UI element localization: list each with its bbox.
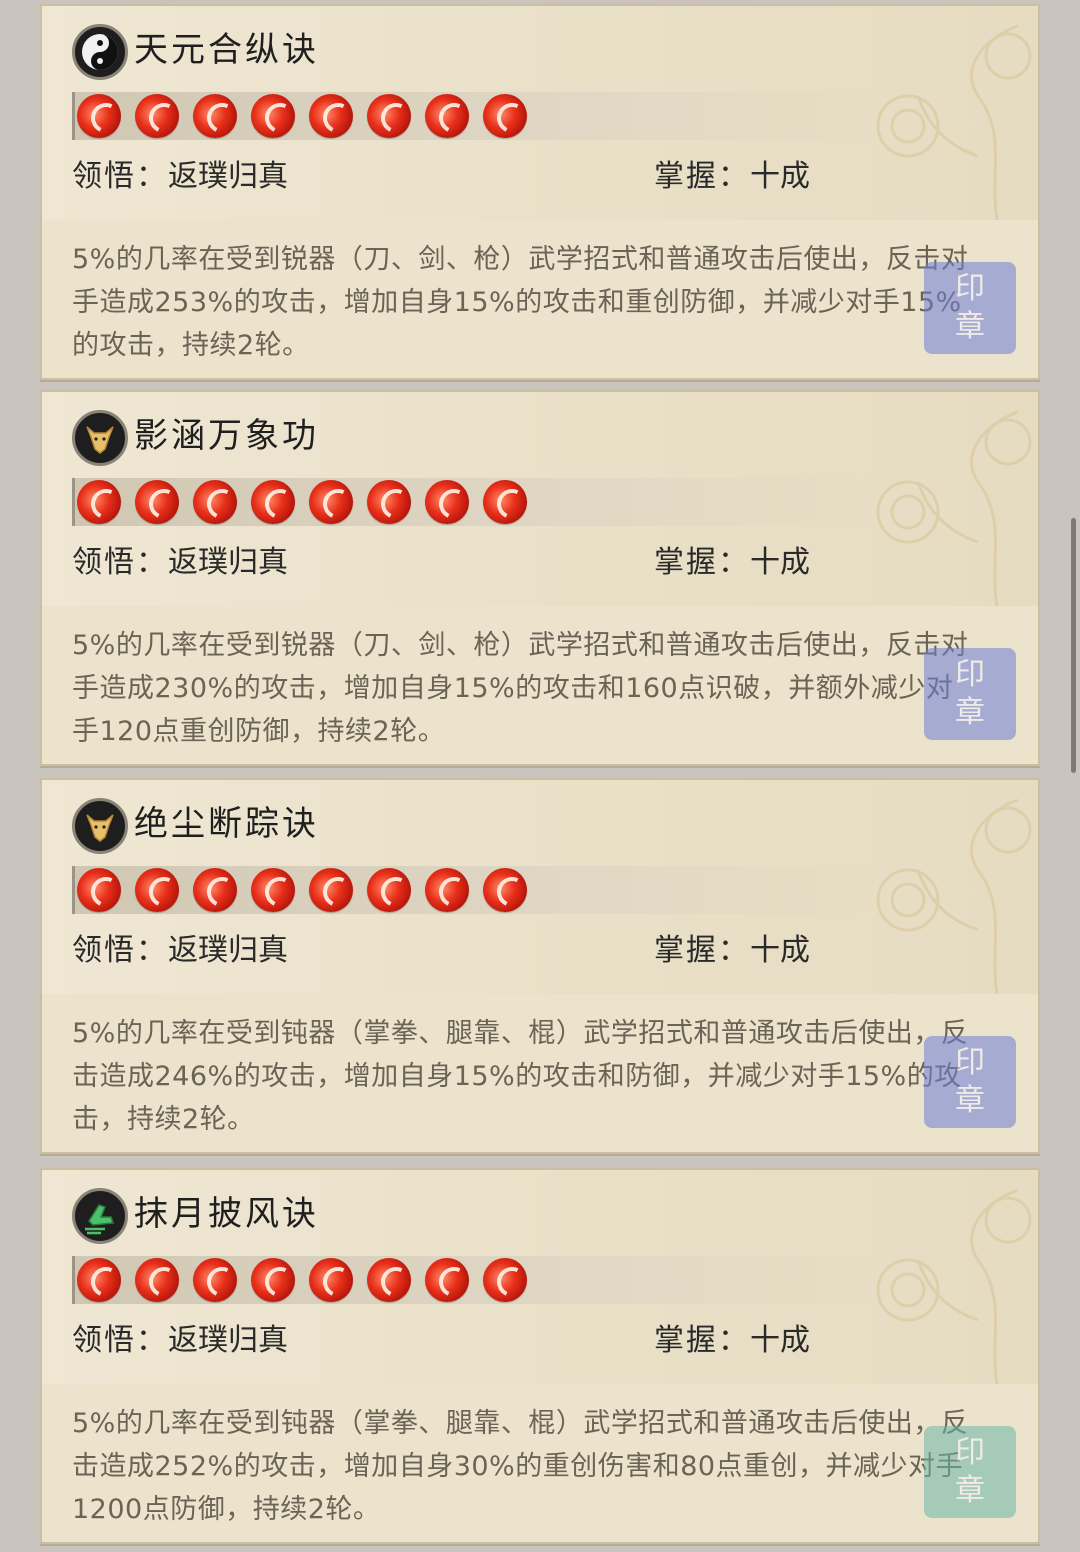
comprehension: 领悟：返璞归真 <box>72 1318 288 1364</box>
level-orb-icon <box>135 480 179 524</box>
skill-description: 5%的几率在受到锐器（刀、剑、枪）武学招式和普通攻击后使出，反击对手造成253%… <box>72 244 969 361</box>
bull-head-icon <box>72 798 128 854</box>
level-orb-icon <box>309 480 353 524</box>
level-orb-icon <box>251 94 295 138</box>
mastery-value: 十成 <box>750 1323 810 1358</box>
seal-stamp-icon: 印章 <box>924 648 1016 740</box>
level-orbs <box>72 92 877 140</box>
level-orbs <box>72 1256 877 1304</box>
skill-card[interactable]: 抹月披风诀 领悟：返璞归真 掌握：十成 5%的几率在受到钝器（掌拳、腿靠、棍）武… <box>40 1168 1040 1544</box>
skill-description-panel: 5%的几率在受到钝器（掌拳、腿靠、棍）武学招式和普通攻击后使出，反击造成252%… <box>40 1384 1040 1544</box>
level-orb-icon <box>77 1258 121 1302</box>
level-orb-icon <box>193 868 237 912</box>
skill-name: 影涵万象功 <box>134 416 319 456</box>
level-orb-icon <box>367 868 411 912</box>
level-orb-icon <box>77 94 121 138</box>
level-orb-icon <box>425 94 469 138</box>
level-orb-icon <box>309 868 353 912</box>
comprehension-value: 返璞归真 <box>168 159 288 194</box>
level-orb-icon <box>193 480 237 524</box>
skill-description-panel: 5%的几率在受到钝器（掌拳、腿靠、棍）武学招式和普通攻击后使出，反击造成246%… <box>40 994 1040 1154</box>
mastery-label: 掌握： <box>654 159 750 194</box>
skill-info-row: 领悟：返璞归真 掌握：十成 <box>72 154 972 200</box>
level-orb-icon <box>367 1258 411 1302</box>
scrollbar[interactable] <box>1066 0 1080 1552</box>
comprehension-label: 领悟： <box>72 933 168 968</box>
mastery-value: 十成 <box>750 933 810 968</box>
level-orb-icon <box>77 480 121 524</box>
skill-card-header: 抹月披风诀 领悟：返璞归真 掌握：十成 <box>40 1168 1040 1384</box>
mastery: 掌握：十成 <box>654 928 810 974</box>
skill-card[interactable]: 天元合纵诀 领悟：返璞归真 掌握：十成 5%的几率在受到锐器（刀、剑、枪）武学招… <box>40 4 1040 380</box>
scrollbar-thumb[interactable] <box>1071 518 1076 773</box>
level-orb-icon <box>483 1258 527 1302</box>
level-orbs <box>72 866 877 914</box>
mastery-label: 掌握： <box>654 545 750 580</box>
skill-name: 抹月披风诀 <box>134 1194 319 1234</box>
seal-stamp-icon: 印章 <box>924 1036 1016 1128</box>
skill-card[interactable]: 影涵万象功 领悟：返璞归真 掌握：十成 5%的几率在受到锐器（刀、剑、枪）武学招… <box>40 390 1040 766</box>
level-orb-icon <box>425 480 469 524</box>
skill-card-header: 影涵万象功 领悟：返璞归真 掌握：十成 <box>40 390 1040 606</box>
skill-name: 天元合纵诀 <box>134 30 319 70</box>
mastery-label: 掌握： <box>654 933 750 968</box>
mastery: 掌握：十成 <box>654 540 810 586</box>
taiji-icon <box>72 24 128 80</box>
level-orb-icon <box>309 1258 353 1302</box>
skill-description-panel: 5%的几率在受到锐器（刀、剑、枪）武学招式和普通攻击后使出，反击对手造成253%… <box>40 220 1040 380</box>
mastery-label: 掌握： <box>654 1323 750 1358</box>
skill-card[interactable]: 绝尘断踪诀 领悟：返璞归真 掌握：十成 5%的几率在受到钝器（掌拳、腿靠、棍）武… <box>40 778 1040 1154</box>
seal-stamp-icon: 印章 <box>924 262 1016 354</box>
mastery: 掌握：十成 <box>654 1318 810 1364</box>
level-orb-icon <box>251 868 295 912</box>
skill-name: 绝尘断踪诀 <box>134 804 319 844</box>
level-orb-icon <box>251 480 295 524</box>
level-orb-icon <box>309 94 353 138</box>
comprehension-value: 返璞归真 <box>168 1323 288 1358</box>
comprehension-value: 返璞归真 <box>168 933 288 968</box>
skill-description-panel: 5%的几率在受到锐器（刀、剑、枪）武学招式和普通攻击后使出，反击对手造成230%… <box>40 606 1040 766</box>
mastery-value: 十成 <box>750 545 810 580</box>
seal-stamp-icon: 印章 <box>924 1426 1016 1518</box>
level-orb-icon <box>77 868 121 912</box>
comprehension-label: 领悟： <box>72 545 168 580</box>
level-orb-icon <box>193 1258 237 1302</box>
level-orb-icon <box>251 1258 295 1302</box>
mastery: 掌握：十成 <box>654 154 810 200</box>
comprehension: 领悟：返璞归真 <box>72 154 288 200</box>
level-orb-icon <box>483 480 527 524</box>
skill-description: 5%的几率在受到钝器（掌拳、腿靠、棍）武学招式和普通攻击后使出，反击造成252%… <box>72 1408 969 1525</box>
skill-description: 5%的几率在受到锐器（刀、剑、枪）武学招式和普通攻击后使出，反击对手造成230%… <box>72 630 969 747</box>
level-orbs <box>72 478 877 526</box>
comprehension: 领悟：返璞归真 <box>72 540 288 586</box>
level-orb-icon <box>135 868 179 912</box>
wind-boot-icon <box>72 1188 128 1244</box>
skill-card-header: 天元合纵诀 领悟：返璞归真 掌握：十成 <box>40 4 1040 220</box>
comprehension-label: 领悟： <box>72 1323 168 1358</box>
level-orb-icon <box>483 868 527 912</box>
comprehension: 领悟：返璞归真 <box>72 928 288 974</box>
skill-card-header: 绝尘断踪诀 领悟：返璞归真 掌握：十成 <box>40 778 1040 994</box>
skill-description: 5%的几率在受到钝器（掌拳、腿靠、棍）武学招式和普通攻击后使出，反击造成246%… <box>72 1018 969 1135</box>
mastery-value: 十成 <box>750 159 810 194</box>
comprehension-value: 返璞归真 <box>168 545 288 580</box>
skill-info-row: 领悟：返璞归真 掌握：十成 <box>72 1318 972 1364</box>
level-orb-icon <box>135 1258 179 1302</box>
level-orb-icon <box>425 868 469 912</box>
level-orb-icon <box>367 480 411 524</box>
level-orb-icon <box>193 94 237 138</box>
level-orb-icon <box>425 1258 469 1302</box>
bull-head-icon <box>72 410 128 466</box>
skill-info-row: 领悟：返璞归真 掌握：十成 <box>72 540 972 586</box>
level-orb-icon <box>135 94 179 138</box>
level-orb-icon <box>483 94 527 138</box>
level-orb-icon <box>367 94 411 138</box>
comprehension-label: 领悟： <box>72 159 168 194</box>
skill-info-row: 领悟：返璞归真 掌握：十成 <box>72 928 972 974</box>
